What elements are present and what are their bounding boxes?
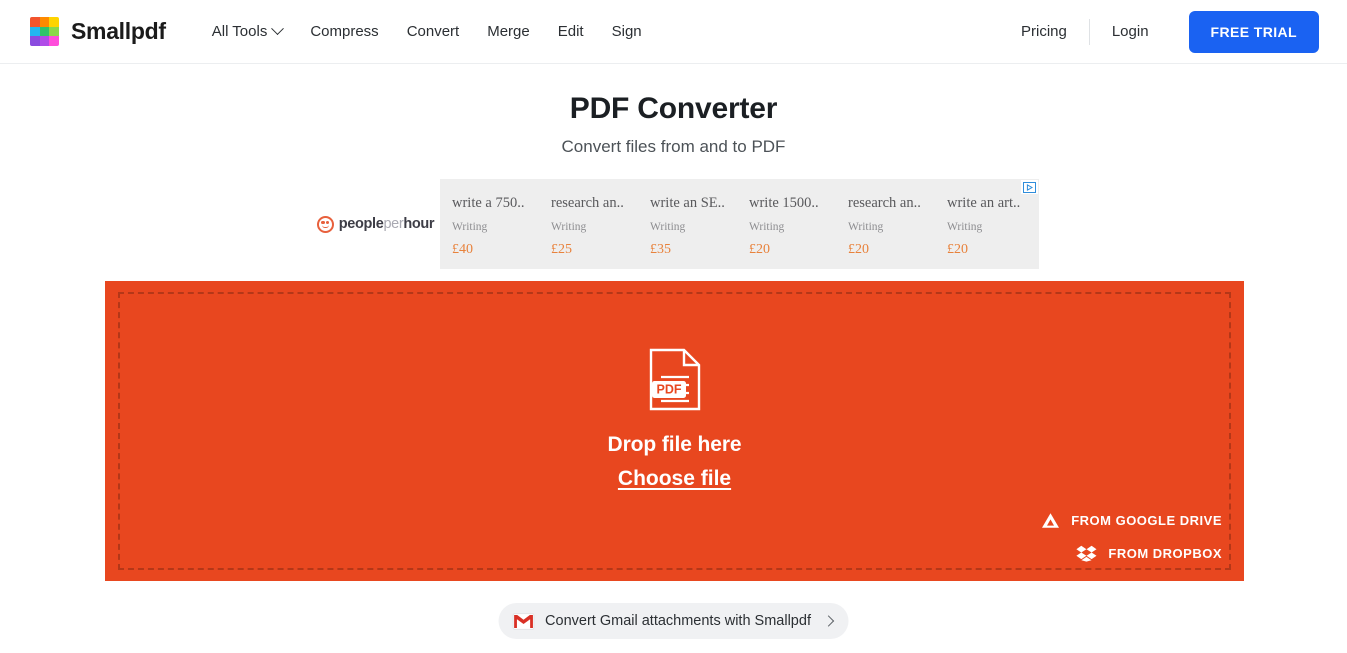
nav-item-edit[interactable]: Edit (558, 23, 584, 40)
ad-item[interactable]: write an SE.. Writing £35 (650, 179, 749, 269)
ad-item-title: research an.. (848, 195, 921, 211)
ad-item-category: Writing (452, 221, 488, 233)
login-link[interactable]: Login (1090, 23, 1171, 40)
dropzone-content: PDF Drop file here Choose file (105, 348, 1244, 491)
main-nav: All Tools Compress Convert Merge Edit Si… (211, 22, 642, 40)
ad-item-title: write 1500.. (749, 195, 819, 211)
ad-item[interactable]: write a 750.. Writing £40 (452, 179, 551, 269)
chevron-right-icon[interactable] (823, 615, 835, 627)
brand-name: Smallpdf (71, 18, 166, 44)
dropzone-drop-text: Drop file here (607, 433, 742, 456)
from-google-drive-button[interactable]: FROM GOOGLE DRIVE (1041, 512, 1222, 529)
gmail-banner-label: Convert Gmail attachments with Smallpdf (545, 613, 811, 629)
ad-advertiser-name: peopleperhour (338, 216, 435, 232)
ad-item[interactable]: research an.. Writing £20 (848, 179, 947, 269)
cloud-import-options: FROM GOOGLE DRIVE FROM DROPBOX (1041, 512, 1222, 562)
gmail-icon (512, 612, 534, 630)
ad-item[interactable]: research an.. Writing £25 (551, 179, 650, 269)
ad-item-price: £25 (551, 242, 572, 257)
file-dropzone[interactable]: PDF Drop file here Choose file FROM GOOG… (105, 281, 1244, 581)
nav-item-compress[interactable]: Compress (310, 23, 378, 40)
smallpdf-logo-grid-icon (30, 17, 59, 46)
ad-item-price: £20 (749, 242, 770, 257)
header-actions: Pricing Login FREE TRIAL (999, 10, 1319, 53)
ad-advertiser-part-3: hour (403, 216, 435, 232)
gmail-attachments-banner[interactable]: Convert Gmail attachments with Smallpdf (498, 603, 849, 639)
choose-file-link[interactable]: Choose file (618, 467, 731, 491)
advertisement-banner[interactable]: peopleperhour write a 750.. Writing £40 … (311, 179, 1039, 269)
nav-item-sign[interactable]: Sign (612, 23, 642, 40)
svg-text:PDF: PDF (656, 383, 681, 397)
ad-item-category: Writing (848, 221, 884, 233)
nav-item-label: All Tools (211, 23, 268, 40)
free-trial-button[interactable]: FREE TRIAL (1188, 10, 1319, 53)
ad-advertiser-part-2: per (383, 216, 404, 232)
ad-item-title: write a 750.. (452, 195, 525, 211)
ad-item-list: write a 750.. Writing £40 research an.. … (440, 179, 1039, 269)
page-title: PDF Converter (569, 92, 778, 125)
ad-item-category: Writing (650, 221, 686, 233)
pricing-link[interactable]: Pricing (999, 23, 1089, 40)
ad-item-price: £40 (452, 242, 473, 257)
nav-item-all-tools[interactable]: All Tools (211, 22, 285, 40)
from-google-drive-label: FROM GOOGLE DRIVE (1071, 513, 1222, 528)
nav-item-convert[interactable]: Convert (407, 23, 460, 40)
ad-item-price: £20 (947, 242, 968, 257)
ad-item-category: Writing (947, 221, 983, 233)
chevron-down-icon (271, 22, 285, 36)
dropbox-icon (1076, 545, 1097, 562)
pph-smiley-icon (316, 215, 334, 233)
ad-item-category: Writing (749, 221, 785, 233)
from-dropbox-button[interactable]: FROM DROPBOX (1076, 545, 1222, 562)
ad-item[interactable]: write 1500.. Writing £20 (749, 179, 848, 269)
brand-logo-link[interactable]: Smallpdf (30, 17, 166, 46)
ad-item-price: £20 (848, 242, 869, 257)
ad-item-title: write an art.. (947, 195, 1021, 211)
pdf-file-icon: PDF (649, 348, 700, 411)
ad-item-title: research an.. (551, 195, 624, 211)
nav-item-merge[interactable]: Merge (487, 23, 530, 40)
ad-advertiser-logo[interactable]: peopleperhour (311, 179, 440, 269)
ad-advertiser-part-1: people (338, 216, 384, 232)
google-drive-icon (1042, 513, 1060, 528)
adchoices-icon[interactable] (1021, 180, 1038, 194)
ad-item-title: write an SE.. (650, 195, 725, 211)
site-header: Smallpdf All Tools Compress Convert Merg… (0, 0, 1347, 64)
page-subtitle: Convert files from and to PDF (561, 137, 786, 156)
ad-item-price: £35 (650, 242, 671, 257)
ad-item-category: Writing (551, 221, 587, 233)
from-dropbox-label: FROM DROPBOX (1108, 546, 1222, 561)
